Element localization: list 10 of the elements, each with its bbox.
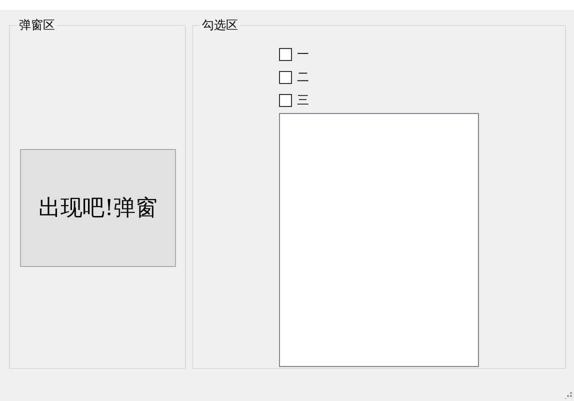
checkbox-label: 一 — [297, 47, 309, 61]
show-popup-button[interactable]: 出现吧!弹窗 — [20, 149, 176, 267]
checkbox-label: 三 — [297, 93, 309, 107]
checkbox[interactable] — [279, 48, 292, 60]
checkbox[interactable] — [279, 70, 292, 84]
checkbox-label: 二 — [297, 70, 309, 84]
group-title: 勾选区 — [201, 18, 239, 32]
resize-grip-icon[interactable] — [565, 392, 572, 399]
group-title: 弹窗区 — [18, 18, 56, 32]
checkbox[interactable] — [279, 94, 292, 106]
